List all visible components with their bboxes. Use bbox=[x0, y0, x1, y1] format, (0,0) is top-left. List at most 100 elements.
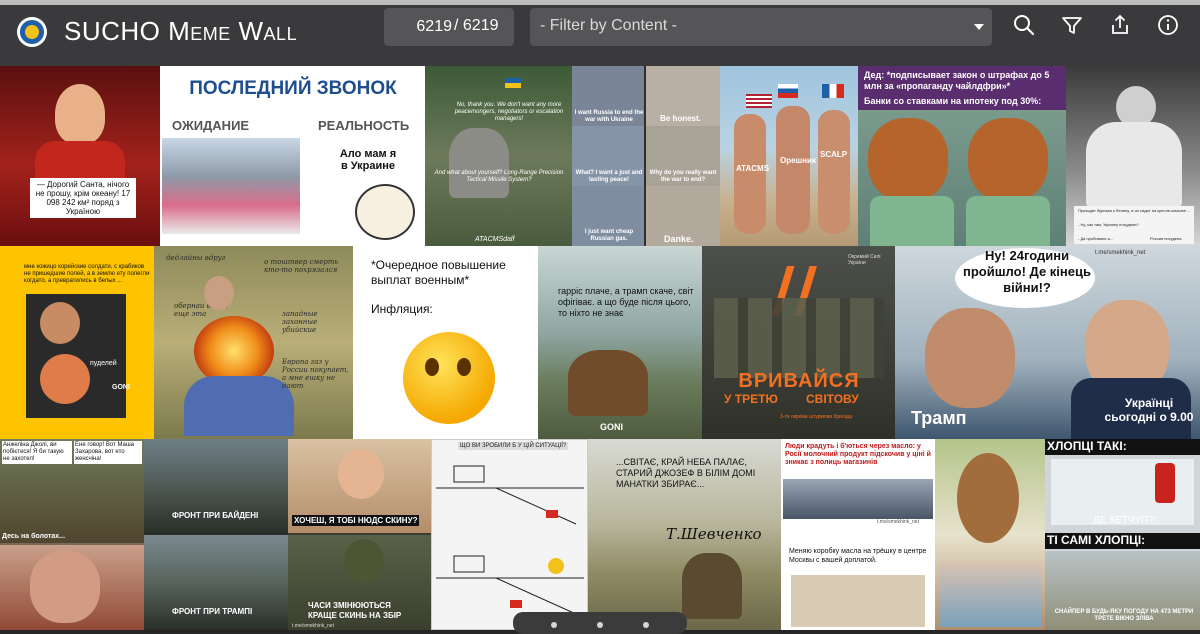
meme-caption: I just want cheap Russian gas. bbox=[584, 229, 634, 242]
meme-total: / 6219 bbox=[454, 17, 499, 34]
search-icon[interactable] bbox=[1009, 10, 1039, 40]
meme-caption: ФРОНТ ПРИ БАЙДЕНІ bbox=[172, 511, 259, 520]
meme-caption: ЩО ВИ ЗРОБИЛИ Б У ЦІЙ СИТУАЦІЇ? bbox=[458, 442, 569, 450]
meme-tile[interactable]: мне кожицо корейские солдати, с крабиков… bbox=[0, 246, 154, 439]
meme-caption: Дед: *подписывает закон о штрафах до 5 м… bbox=[864, 70, 1050, 91]
meme-tile[interactable]: дедлайны вдруг о тоштвер смерть кто-то п… bbox=[154, 246, 353, 439]
meme-tile[interactable]: I want Russia to end the war with Ukrain… bbox=[572, 66, 720, 246]
meme-tile[interactable]: Анжеліна Джолі, ви побієтеся! Я би такую… bbox=[0, 439, 144, 630]
meme-caption: РЕАЛЬНОСТЬ bbox=[318, 118, 410, 133]
meme-caption: дедлайны вдруг bbox=[166, 254, 226, 262]
meme-caption: t.me/smekhink_net bbox=[1095, 250, 1146, 256]
meme-caption: Ене говор! Вот Маша Захарова, вот ето же… bbox=[74, 441, 142, 464]
meme-caption: СНАЙПЕР В БУДЬ-ЯКУ ПОГОДУ НА 473 МЕТРИ Т… bbox=[1054, 609, 1194, 622]
meme-tile[interactable]: ...СВІТАЄ, КРАЙ НЕБА ПАЛАЄ, СТАРИЙ ДЖОЗЕ… bbox=[588, 439, 781, 630]
meme-tile[interactable] bbox=[935, 439, 1045, 630]
meme-tile[interactable]: Окремий Силі України ВРИВАЙСЯ У ТРЕТЮ СВ… bbox=[702, 246, 895, 439]
meme-tile[interactable]: Дед: *подписывает закон о штрафах до 5 м… bbox=[858, 66, 1066, 246]
meme-tile[interactable]: — Дорогий Санта, нічого не прошу, крім о… bbox=[0, 66, 160, 246]
meme-caption: СВІТОВУ bbox=[806, 392, 859, 406]
meme-caption: Українці сьогодні о 9.00 bbox=[1104, 396, 1194, 424]
meme-caption: ...СВІТАЄ, КРАЙ НЕБА ПАЛАЄ, СТАРИЙ ДЖОЗЕ… bbox=[616, 457, 756, 489]
meme-caption: Окремий Силі України bbox=[848, 254, 881, 266]
meme-caption: Анжеліна Джолі, ви побієтеся! Я би такую… bbox=[2, 441, 72, 464]
meme-caption: У ТРЕТЮ bbox=[724, 392, 778, 406]
meme-caption: ХЛОПЦІ ТАКІ: bbox=[1045, 439, 1200, 455]
meme-caption: ФРОНТ ПРИ ТРАМПІ bbox=[172, 607, 253, 616]
meme-caption: 3-тя окрема штурмова бригада bbox=[780, 414, 853, 420]
meme-caption: — Дорогий Санта, нічого не прошу, крім о… bbox=[30, 178, 136, 218]
meme-caption: - Да пробовали а... bbox=[1078, 236, 1114, 241]
meme-caption: t.me/smekhink_net bbox=[877, 519, 919, 525]
meme-tile[interactable]: *Очередное повышение выплат военным* Инф… bbox=[353, 246, 538, 439]
meme-caption: t.me/smekhink_net bbox=[292, 623, 334, 629]
meme-caption: - Ну, как там, Украину похудали? bbox=[1078, 222, 1139, 227]
meme-grid: — Дорогий Санта, нічого не прошу, крім о… bbox=[0, 66, 1200, 630]
meme-caption: Приходит бурлака к Ленину, а он сидит на… bbox=[1078, 208, 1191, 213]
meme-caption: мне кожицо корейские солдати, с крабиков… bbox=[24, 264, 150, 284]
meme-caption: ПОСЛЕДНИЙ ЗВОНОК bbox=[189, 78, 397, 99]
filter-placeholder: - Filter by Content - bbox=[540, 17, 677, 34]
meme-caption: ATACMS bbox=[736, 164, 770, 173]
meme-tile[interactable]: ЩО ВИ ЗРОБИЛИ Б У ЦІЙ СИТУАЦІЇ? bbox=[431, 439, 588, 630]
meme-tile[interactable]: Приходит бурлака к Ленину, а он сидит на… bbox=[1066, 66, 1200, 246]
meme-tile[interactable]: ХОЧЕШ, Я ТОБІ НЮДС СКИНУ? ЧАСИ ЗМІНЮЮТЬС… bbox=[288, 439, 431, 630]
meme-caption: And what about yourself? Long-Range Prec… bbox=[434, 170, 564, 183]
meme-tile[interactable]: Люди крадуть і б'ються через масло: у Ро… bbox=[781, 439, 935, 630]
meme-tile[interactable]: ПОСЛЕДНИЙ ЗВОНОК ОЖИДАНИЕ РЕАЛЬНОСТЬ Ало… bbox=[160, 66, 425, 246]
meme-tile[interactable]: ATACMS Орешник SCALP bbox=[720, 66, 858, 246]
meme-caption: GONI bbox=[600, 422, 624, 432]
sucho-logo-icon[interactable] bbox=[17, 17, 47, 47]
app-title: SUCHO Meme Wall bbox=[64, 16, 298, 46]
meme-caption: Банки со ставками на ипотеку под 30%: bbox=[864, 96, 1042, 106]
meme-caption: No, thank you. We don't want any more pe… bbox=[454, 102, 564, 122]
meme-caption: *Очередное повышение выплат военным* bbox=[371, 258, 506, 287]
meme-caption: Россия похудела bbox=[1150, 236, 1182, 241]
meme-caption: КРАЩЕ СКИНЬ НА ЗБІР bbox=[308, 611, 402, 620]
info-icon[interactable] bbox=[1153, 10, 1183, 40]
meme-caption: Be honest. bbox=[660, 114, 701, 123]
meme-caption: ОЖИДАНИЕ bbox=[172, 118, 250, 133]
meme-caption: What? I want a just and lasting peace! bbox=[575, 170, 643, 183]
meme-caption: о тоштвер смерть кто-то похрязался bbox=[264, 258, 339, 274]
meme-caption: гарріс плаче, а трамп скаче, світ офігів… bbox=[558, 286, 694, 318]
meme-caption: ТІ САМІ ХЛОПЦІ: bbox=[1045, 533, 1200, 549]
meme-caption: ATACMSdalf bbox=[475, 236, 515, 243]
funnel-icon[interactable] bbox=[1057, 10, 1087, 40]
content-filter-select[interactable]: - Filter by Content - bbox=[530, 8, 992, 46]
meme-caption: Меняю коробку масла на трёшку в центре М… bbox=[789, 548, 927, 564]
logo-center bbox=[25, 25, 39, 39]
meme-caption: ВРИВАЙСЯ bbox=[738, 370, 860, 392]
chevron-down-icon bbox=[974, 24, 984, 30]
meme-caption: Люди крадуть і б'ються через масло: у Ро… bbox=[785, 443, 931, 466]
meme-caption: Ало мам я в Украине bbox=[339, 148, 397, 172]
meme-caption: пуделей bbox=[90, 360, 117, 367]
meme-caption: Десь на болотах... bbox=[2, 533, 66, 540]
meme-tile[interactable]: ХЛОПЦІ ТАКІ: ДЕ КЕТЧУП?! ТІ САМІ ХЛОПЦІ:… bbox=[1045, 439, 1200, 630]
meme-caption: SCALP bbox=[820, 150, 848, 159]
pagination-bar[interactable] bbox=[513, 612, 687, 634]
meme-caption: Орешник bbox=[780, 156, 816, 165]
page-dot[interactable] bbox=[643, 622, 649, 628]
meme-caption: Европа газ у России покупает, а мне ешку… bbox=[282, 358, 349, 390]
meme-caption: ЧАСИ ЗМІНЮЮТЬСЯ bbox=[308, 601, 391, 610]
meme-tile[interactable]: Ну! 24години пройшло! Де кінець війни!? … bbox=[895, 246, 1200, 439]
trolley-drawing bbox=[436, 465, 584, 525]
page-dot[interactable] bbox=[597, 622, 603, 628]
meme-caption: ДЕ КЕТЧУП?! bbox=[1093, 515, 1157, 526]
meme-caption: Danke. bbox=[664, 234, 694, 244]
meme-caption: I want Russia to end the war with Ukrain… bbox=[574, 110, 644, 123]
meme-caption: Инфляция: bbox=[371, 302, 433, 316]
meme-caption: GONI bbox=[112, 384, 130, 391]
meme-tile[interactable]: гарріс плаче, а трамп скаче, світ офігів… bbox=[538, 246, 702, 439]
page-dot[interactable] bbox=[551, 622, 557, 628]
meme-caption: ХОЧЕШ, Я ТОБІ НЮДС СКИНУ? bbox=[292, 515, 420, 526]
meme-caption: западные захонные убийские bbox=[282, 310, 318, 334]
meme-caption: Трамп bbox=[911, 408, 967, 428]
meme-tile[interactable]: No, thank you. We don't want any more pe… bbox=[425, 66, 572, 246]
meme-caption: Ну! 24години пройшло! Де кінець війни!? bbox=[963, 248, 1091, 295]
share-icon[interactable] bbox=[1105, 10, 1135, 40]
meme-index-input[interactable] bbox=[388, 12, 452, 42]
meme-tile[interactable]: ФРОНТ ПРИ БАЙДЕНІ ФРОНТ ПРИ ТРАМПІ bbox=[144, 439, 288, 630]
meme-caption: Т.Шевченко bbox=[666, 525, 762, 543]
